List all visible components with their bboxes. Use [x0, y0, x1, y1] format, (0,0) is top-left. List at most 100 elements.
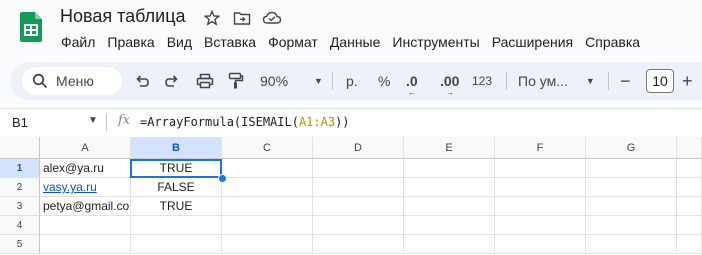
menu-bar: Файл Правка Вид Вставка Формат Данные Ин… — [55, 34, 646, 50]
cell-c2[interactable] — [222, 178, 313, 197]
cell-g4[interactable] — [586, 216, 677, 235]
cell-e4[interactable] — [404, 216, 495, 235]
column-header-e[interactable]: E — [404, 137, 495, 159]
menu-data[interactable]: Данные — [324, 34, 387, 50]
cell-f1[interactable] — [495, 159, 586, 178]
cell-a5[interactable] — [40, 235, 131, 254]
column-header-d[interactable]: D — [313, 137, 404, 159]
cell-c1[interactable] — [222, 159, 313, 178]
document-title[interactable]: Новая таблица — [60, 6, 186, 27]
menu-insert[interactable]: Вставка — [198, 34, 262, 50]
cell-b4[interactable] — [131, 216, 222, 235]
formula-divider — [106, 114, 107, 132]
row-header-1[interactable]: 1 — [0, 159, 40, 178]
cell-c3[interactable] — [222, 197, 313, 216]
name-box[interactable]: B1 — [12, 115, 28, 130]
column-header-h[interactable] — [677, 137, 702, 159]
cell-d3[interactable] — [313, 197, 404, 216]
decrease-font-size-button[interactable]: − — [620, 62, 631, 100]
search-icon — [32, 73, 48, 89]
cell-e2[interactable] — [404, 178, 495, 197]
cell-c5[interactable] — [222, 235, 313, 254]
cell-g3[interactable] — [586, 197, 677, 216]
redo-icon[interactable] — [164, 62, 180, 100]
menu-help[interactable]: Справка — [579, 34, 646, 50]
search-label: Меню — [56, 73, 94, 89]
cell-c4[interactable] — [222, 216, 313, 235]
chevron-down-icon: ▼ — [314, 76, 323, 86]
formula-input[interactable]: =ArrayFormula(ISEMAIL(A1:A3)) — [140, 115, 350, 129]
cell-d1[interactable] — [313, 159, 404, 178]
cell-f3[interactable] — [495, 197, 586, 216]
chevron-down-icon: ▼ — [585, 76, 595, 86]
cell-g2[interactable] — [586, 178, 677, 197]
fill-handle[interactable] — [218, 174, 227, 183]
cell-h4[interactable] — [677, 216, 702, 235]
toolbar-divider — [608, 72, 609, 90]
column-header-c[interactable]: C — [222, 137, 313, 159]
cell-f2[interactable] — [495, 178, 586, 197]
row-header-3[interactable]: 3 — [0, 197, 40, 216]
cell-d2[interactable] — [313, 178, 404, 197]
formula-range: A1:A3 — [298, 115, 336, 129]
currency-format-button[interactable]: р. — [346, 62, 358, 100]
row-header-5[interactable]: 5 — [0, 235, 40, 254]
menu-search[interactable]: Меню — [22, 67, 122, 95]
cell-g5[interactable] — [586, 235, 677, 254]
star-icon[interactable] — [202, 8, 222, 28]
menu-edit[interactable]: Правка — [101, 34, 160, 50]
title-bar: Новая таблица Файл Правка Вид Вставка Фо… — [0, 0, 702, 60]
cell-d4[interactable] — [313, 216, 404, 235]
percent-format-button[interactable]: % — [378, 62, 390, 100]
toolbar-divider — [506, 72, 507, 90]
zoom-select[interactable]: 90% ▼ — [260, 62, 323, 100]
cell-g1[interactable] — [586, 159, 677, 178]
cell-a3[interactable]: petya@gmail.com — [40, 197, 131, 216]
column-header-b[interactable]: B — [131, 137, 222, 159]
cell-b5[interactable] — [131, 235, 222, 254]
formula-suffix: )) — [335, 115, 350, 129]
menu-format[interactable]: Формат — [262, 34, 324, 50]
font-size-input[interactable]: 10 — [646, 69, 674, 93]
sheets-logo-icon[interactable] — [20, 12, 42, 42]
move-to-folder-icon[interactable] — [232, 8, 252, 28]
font-select[interactable]: По ум... ▼ — [518, 62, 595, 100]
cell-h2[interactable] — [677, 178, 702, 197]
column-header-g[interactable]: G — [586, 137, 677, 159]
increase-font-size-button[interactable]: + — [682, 62, 693, 100]
cloud-status-icon[interactable] — [262, 8, 282, 28]
cell-a1[interactable]: alex@ya.ru — [40, 159, 131, 178]
cell-e5[interactable] — [404, 235, 495, 254]
chevron-down-icon[interactable]: ▼ — [88, 115, 98, 126]
row-header-4[interactable]: 4 — [0, 216, 40, 235]
cell-a2[interactable]: vasy.ya.ru — [40, 178, 131, 197]
cell-h1[interactable] — [677, 159, 702, 178]
more-formats-button[interactable]: 123 — [472, 62, 492, 100]
cell-f5[interactable] — [495, 235, 586, 254]
paint-format-icon[interactable] — [228, 62, 244, 100]
zoom-value: 90% — [260, 73, 289, 89]
select-all-corner[interactable] — [0, 137, 40, 159]
undo-icon[interactable] — [134, 62, 150, 100]
cell-b2[interactable]: FALSE — [131, 178, 222, 197]
toolbar: Меню 90% ▼ р. % .0 ← .00 → 123 По ум... … — [10, 62, 702, 100]
print-icon[interactable] — [196, 62, 214, 100]
column-header-a[interactable]: A — [40, 137, 131, 159]
cell-h5[interactable] — [677, 235, 702, 254]
menu-file[interactable]: Файл — [55, 34, 101, 50]
row-header-2[interactable]: 2 — [0, 178, 40, 197]
menu-extensions[interactable]: Расширения — [486, 34, 579, 50]
cell-h3[interactable] — [677, 197, 702, 216]
increase-decimal-button[interactable]: .00 → — [440, 62, 459, 100]
column-header-f[interactable]: F — [495, 137, 586, 159]
cell-e3[interactable] — [404, 197, 495, 216]
menu-view[interactable]: Вид — [161, 34, 198, 50]
cell-a4[interactable] — [40, 216, 131, 235]
cell-d5[interactable] — [313, 235, 404, 254]
decrease-decimal-button[interactable]: .0 ← — [406, 62, 418, 100]
menu-tools[interactable]: Инструменты — [386, 34, 485, 50]
cell-e1[interactable] — [404, 159, 495, 178]
cell-b3[interactable]: TRUE — [131, 197, 222, 216]
cell-a2-link[interactable]: vasy.ya.ru — [43, 180, 97, 194]
cell-f4[interactable] — [495, 216, 586, 235]
